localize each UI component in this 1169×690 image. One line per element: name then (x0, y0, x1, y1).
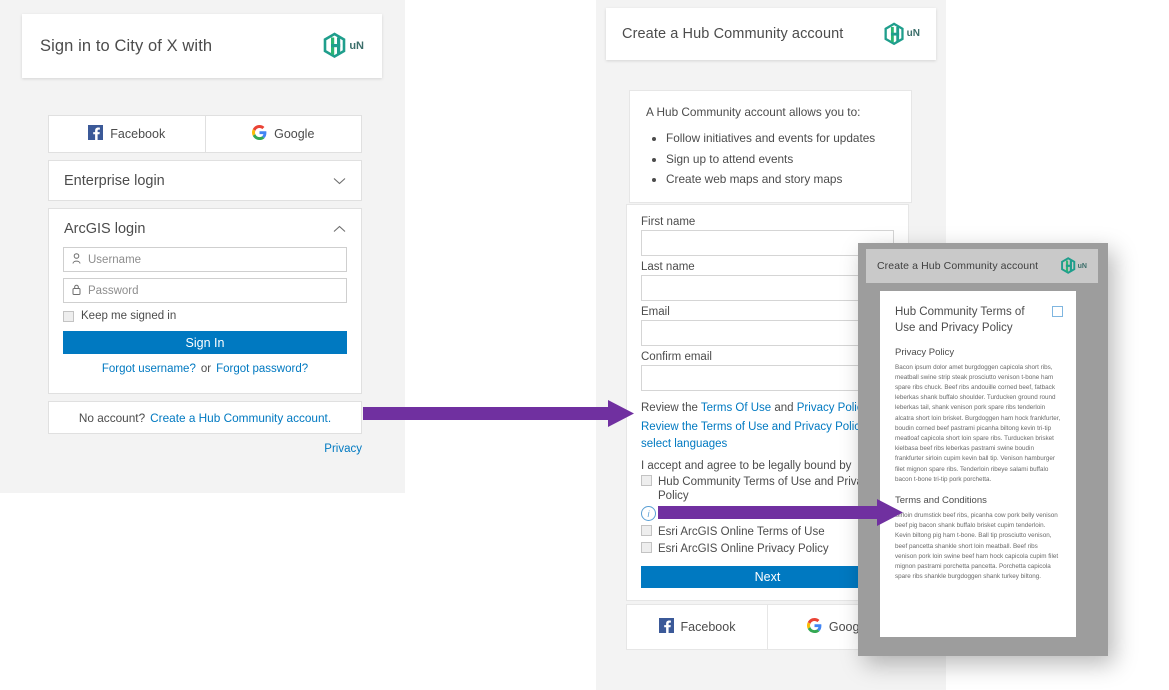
user-icon (72, 251, 81, 269)
hub-logo-icon (322, 32, 348, 60)
facebook-signin-label: Facebook (110, 127, 165, 141)
terms-modal-window-title: Create a Hub Community account (877, 260, 1038, 272)
hub-logo-icon (883, 22, 906, 47)
facebook-create-label: Facebook (681, 620, 736, 634)
hub-logo-3: uN (1060, 257, 1087, 275)
password-placeholder: Password (88, 285, 139, 297)
last-name-label: Last name (641, 261, 894, 273)
esri-privacy-label: Esri ArcGIS Online Privacy Policy (658, 542, 829, 556)
benefits-list: Follow initiatives and events for update… (646, 128, 895, 190)
list-item: Follow initiatives and events for update… (666, 128, 895, 149)
privacy-policy-body: Bacon ipsum dolor amet burgdoggen capico… (895, 363, 1061, 485)
review-terms-line: Review the Terms Of Use and Privacy Poli… (641, 400, 894, 416)
chevron-down-icon (333, 173, 346, 189)
flow-arrow-signin-to-create (360, 398, 638, 430)
facebook-icon (88, 125, 103, 143)
create-account-appbar: Create a Hub Community account uN (606, 8, 936, 60)
keep-signed-in-row[interactable]: Keep me signed in (63, 310, 361, 322)
facebook-create-button[interactable]: Facebook (627, 605, 768, 649)
flow-arrow-create-to-terms (655, 497, 907, 529)
keep-signed-in-checkbox[interactable] (63, 311, 74, 322)
page-title: Sign in to City of X with (40, 37, 212, 56)
hub-logo-suffix: uN (907, 29, 920, 39)
keep-signed-in-label: Keep me signed in (81, 310, 176, 322)
info-icon[interactable]: i (641, 506, 656, 521)
password-field[interactable]: Password (63, 278, 347, 303)
facebook-icon (659, 618, 674, 636)
list-item: Create web maps and story maps (666, 169, 895, 190)
no-account-text: No account? (79, 411, 145, 425)
create-account-title: Create a Hub Community account (622, 26, 843, 42)
arcgis-login-label: ArcGIS login (64, 221, 145, 237)
forgot-links-row: Forgot username? or Forgot password? (49, 363, 361, 375)
arcgis-login-accordion[interactable]: ArcGIS login (49, 209, 361, 247)
confirm-email-input[interactable] (641, 365, 894, 391)
username-field[interactable]: Username (63, 247, 347, 272)
google-icon (807, 618, 822, 636)
last-name-input[interactable] (641, 275, 894, 301)
google-icon (252, 125, 267, 143)
confirm-email-label: Confirm email (641, 351, 894, 363)
forgot-separator: or (201, 363, 211, 375)
facebook-signin-button[interactable]: Facebook (48, 115, 206, 153)
terms-conditions-heading: Terms and Conditions (895, 495, 1061, 506)
close-icon[interactable] (1052, 306, 1063, 317)
username-placeholder: Username (88, 254, 141, 266)
privacy-policy-heading: Privacy Policy (895, 347, 1061, 358)
terms-modal-card: Hub Community Terms of Use and Privacy P… (880, 291, 1076, 637)
next-button[interactable]: Next (641, 566, 894, 588)
first-name-label: First name (641, 216, 894, 228)
benefits-intro: A Hub Community account allows you to: (646, 105, 895, 119)
signin-panel: Sign in to City of X with uN (0, 0, 405, 493)
forgot-password-link[interactable]: Forgot password? (216, 363, 308, 375)
terms-modal-window: Create a Hub Community account uN Hub Co… (858, 243, 1108, 656)
first-name-input[interactable] (641, 230, 894, 256)
account-benefits-card: A Hub Community account allows you to: F… (629, 90, 912, 203)
terms-modal-appbar: Create a Hub Community account uN (866, 249, 1098, 283)
create-account-link[interactable]: Create a Hub Community account. (150, 411, 331, 425)
accept-intro-text: I accept and agree to be legally bound b… (641, 460, 894, 472)
enterprise-login-label: Enterprise login (64, 173, 165, 189)
lock-icon (72, 282, 81, 300)
email-input[interactable] (641, 320, 894, 346)
signin-social-row: Facebook Google (48, 115, 362, 153)
hub-logo-2: uN (883, 22, 920, 47)
terms-conditions-body: Sirloin drumstick beef ribs, picanha cow… (895, 511, 1061, 582)
google-signin-button[interactable]: Google (206, 115, 363, 153)
google-signin-label: Google (274, 127, 314, 141)
privacy-link[interactable]: Privacy (324, 443, 362, 455)
hub-logo-suffix: uN (1078, 263, 1087, 270)
review-languages-link[interactable]: Review the Terms of Use and Privacy Poli… (641, 419, 894, 452)
enterprise-login-accordion[interactable]: Enterprise login (48, 160, 362, 201)
hub-logo-suffix: uN (349, 41, 364, 52)
hub-logo-icon (1060, 257, 1077, 275)
list-item: Sign up to attend events (666, 149, 895, 170)
review-and: and (771, 402, 797, 414)
review-prefix: Review the (641, 402, 701, 414)
arcgis-login-section: ArcGIS login Username (48, 208, 362, 394)
terms-modal-heading: Hub Community Terms of Use and Privacy P… (895, 305, 1045, 337)
chevron-up-icon (333, 221, 346, 237)
forgot-username-link[interactable]: Forgot username? (102, 363, 196, 375)
esri-terms-checkbox[interactable] (641, 525, 652, 536)
esri-privacy-checkbox[interactable] (641, 542, 652, 553)
signin-appbar: Sign in to City of X with uN (22, 14, 382, 78)
hub-terms-checkbox[interactable] (641, 475, 652, 486)
terms-of-use-link[interactable]: Terms Of Use (701, 402, 771, 414)
sign-in-button[interactable]: Sign In (63, 331, 347, 354)
no-account-row: No account? Create a Hub Community accou… (48, 401, 362, 434)
screenshot-stage: Sign in to City of X with uN (0, 0, 1169, 690)
esri-privacy-checkbox-row[interactable]: Esri ArcGIS Online Privacy Policy (641, 542, 894, 556)
hub-logo: uN (322, 32, 364, 60)
email-label: Email (641, 306, 894, 318)
